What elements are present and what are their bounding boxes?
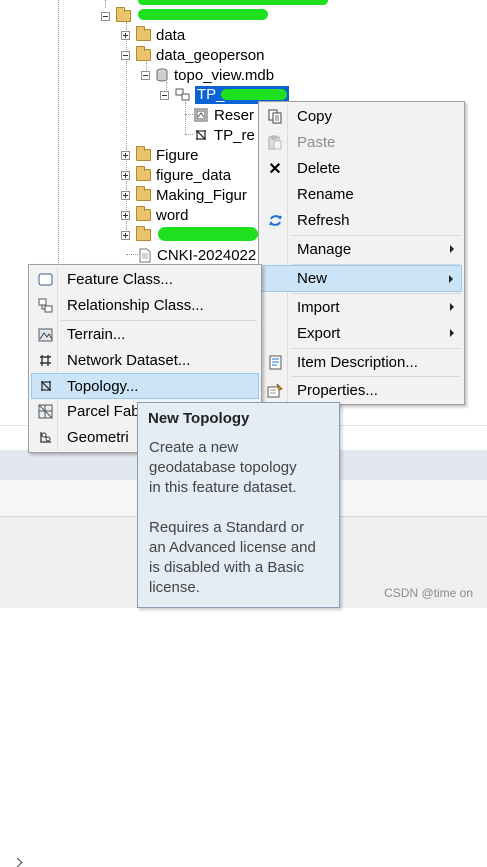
submenu-arrow-icon: [450, 303, 454, 311]
copy-icon: [267, 109, 283, 125]
document-icon: [139, 248, 151, 262]
tree-node-topo-view-mdb[interactable]: topo_view.mdb: [141, 65, 274, 85]
submenu-arrow-icon: [450, 329, 454, 337]
tree-node-making-figure[interactable]: Making_Figur: [121, 185, 247, 205]
menu-separator: [291, 293, 460, 294]
menu-separator: [291, 235, 460, 236]
folder-icon: [136, 226, 151, 241]
tree-connector: [185, 102, 186, 134]
expand-icon[interactable]: [121, 30, 130, 40]
tree-node-figure[interactable]: Figure: [121, 145, 199, 165]
collapse-icon[interactable]: [160, 90, 169, 100]
menu-item-delete[interactable]: ✕ Delete: [261, 156, 462, 181]
menu-item-network-dataset[interactable]: Network Dataset...: [31, 348, 259, 373]
redaction-scribble: [138, 0, 328, 5]
folder-icon: [116, 7, 131, 22]
tree-node-figure-data[interactable]: figure_data: [121, 165, 231, 185]
menu-item-copy[interactable]: Copy: [261, 104, 462, 129]
menu-separator: [291, 376, 460, 377]
collapse-icon[interactable]: [121, 50, 130, 60]
expand-icon[interactable]: [121, 230, 130, 240]
menu-item-new[interactable]: New: [261, 265, 462, 292]
tree-node-tp-re[interactable]: TP_re: [194, 125, 255, 145]
terrain-icon: [37, 327, 53, 343]
collapse-icon[interactable]: [141, 70, 150, 80]
menu-separator: [61, 320, 257, 321]
chevron-left-icon[interactable]: [12, 857, 23, 867]
folder-icon: [136, 186, 151, 201]
feature-class-icon: [37, 272, 53, 288]
menu-item-feature-class[interactable]: Feature Class...: [31, 267, 259, 292]
expand-icon[interactable]: [121, 190, 130, 200]
tree-connector: [185, 134, 193, 135]
topology-icon: [38, 378, 54, 394]
menu-item-paste[interactable]: Paste: [261, 130, 462, 155]
menu-item-topology[interactable]: Topology...: [31, 373, 259, 399]
tree-node-label: topo_view.mdb: [174, 66, 275, 84]
network-dataset-icon: [37, 353, 53, 369]
redaction-scribble: [138, 9, 268, 20]
tree-node-label: TP_re: [214, 126, 255, 144]
refresh-icon: [267, 213, 283, 229]
collapse-icon[interactable]: [101, 11, 110, 21]
submenu-arrow-icon: [450, 245, 454, 253]
menu-item-rename[interactable]: Rename: [261, 182, 462, 207]
menu-item-manage[interactable]: Manage: [261, 237, 462, 262]
menu-item-import[interactable]: Import: [261, 295, 462, 320]
relationship-class-icon: [37, 298, 53, 314]
folder-icon: [136, 46, 151, 61]
context-menu: Copy Paste ✕ Delete Rename Refresh Manag…: [258, 101, 465, 405]
tooltip-body: Create a new geodatabase topology in thi…: [149, 439, 316, 596]
redaction-scribble: [158, 227, 258, 241]
folder-icon: [136, 166, 151, 181]
expand-icon[interactable]: [121, 170, 130, 180]
delete-icon: ✕: [268, 160, 282, 178]
menu-item-refresh[interactable]: Refresh: [261, 208, 462, 233]
tree-node-label: figure_data: [156, 166, 232, 184]
menu-item-properties[interactable]: Properties...: [261, 378, 462, 403]
submenu-arrow-icon: [449, 275, 453, 283]
properties-icon: [267, 383, 283, 399]
tree-node-label: Making_Figur: [156, 186, 247, 204]
tree-node-cnki-file[interactable]: CNKI-2024022: [139, 245, 256, 265]
paste-icon: [267, 135, 283, 151]
tree-node-label: data_geoperson: [156, 46, 265, 64]
tree-connector: [126, 254, 138, 255]
personal-geodatabase-icon: [156, 68, 168, 82]
folder-icon: [136, 26, 151, 41]
tree-node-redacted-folder[interactable]: [101, 6, 136, 26]
redaction-scribble: [221, 89, 287, 100]
new-topology-tooltip: New Topology Create a new geodatabase to…: [137, 402, 340, 608]
tree-node-label: Reser: [214, 106, 255, 124]
parcel-fabric-icon: [37, 404, 53, 420]
feature-dataset-icon: [175, 88, 190, 101]
menu-item-export[interactable]: Export: [261, 321, 462, 346]
tree-node-redacted[interactable]: [121, 225, 156, 245]
topology-icon: [196, 130, 206, 140]
tree-node-label: word: [156, 206, 189, 224]
menu-item-relationship-class[interactable]: Relationship Class...: [31, 293, 259, 318]
folder-icon: [136, 146, 151, 161]
tree-node-label: Figure: [156, 146, 199, 164]
expand-icon[interactable]: [121, 210, 130, 220]
menu-item-item-description[interactable]: Item Description...: [261, 350, 462, 375]
menu-separator: [291, 348, 460, 349]
tree-node-label: data: [156, 26, 186, 44]
tree-node-data[interactable]: data: [121, 25, 185, 45]
folder-icon: [136, 206, 151, 221]
watermark: CSDN @time on: [384, 586, 473, 600]
tree-node-label: CNKI-2024022: [157, 246, 257, 264]
item-description-icon: [267, 355, 283, 371]
tree-connector: [185, 114, 193, 115]
expand-icon[interactable]: [121, 150, 130, 160]
raster-icon: [194, 108, 208, 122]
tree-node-data-geoperson[interactable]: data_geoperson: [121, 45, 264, 65]
tooltip-title: New Topology: [148, 410, 250, 427]
tree-connector: [58, 0, 59, 265]
menu-item-terrain[interactable]: Terrain...: [31, 322, 259, 347]
geometric-network-icon: [37, 430, 53, 446]
tree-node-reser[interactable]: Reser: [194, 105, 254, 125]
tree-node-word[interactable]: word: [121, 205, 189, 225]
